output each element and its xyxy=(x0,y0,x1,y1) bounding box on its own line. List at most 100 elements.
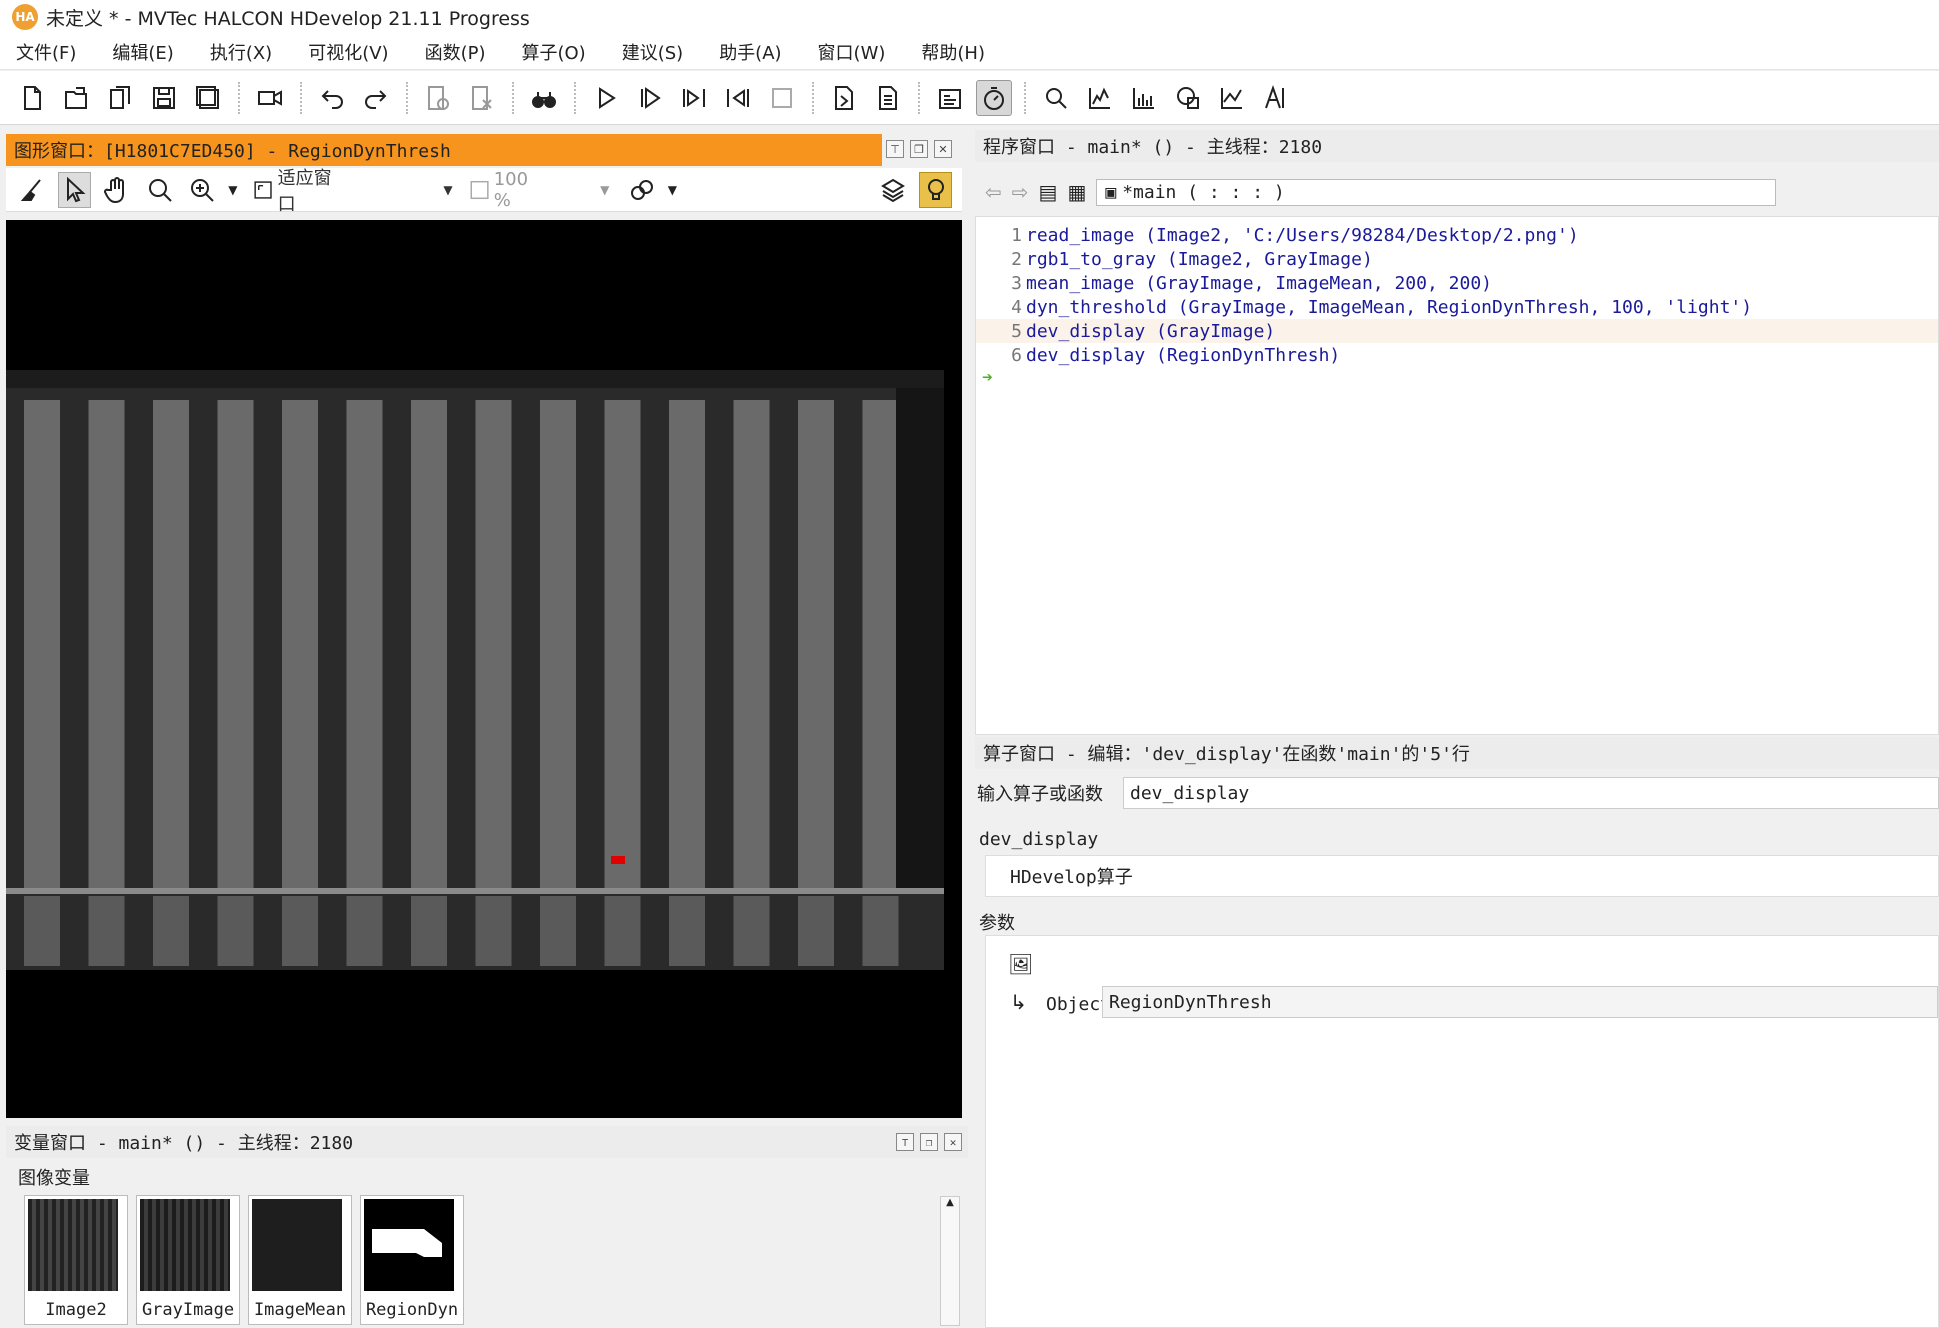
close-icon[interactable]: ✕ xyxy=(944,1133,962,1151)
forward-arrow-icon[interactable]: ⇨ xyxy=(1012,180,1029,204)
variable-thumbnail[interactable]: RegionDyn xyxy=(360,1195,464,1325)
layers-icon[interactable] xyxy=(877,172,909,208)
redo-icon[interactable] xyxy=(358,80,394,116)
code-line-selected[interactable]: 5 dev_display (GrayImage) xyxy=(976,319,1938,343)
graphics-window-title: 图形窗口：[H1801C7ED450] - RegionDynThresh xyxy=(6,134,882,166)
code-line[interactable]: 6 dev_display (RegionDynThresh) xyxy=(976,343,1938,367)
clipboard-icon[interactable]: ▤ xyxy=(1039,180,1058,204)
zoom-percent-combo[interactable]: 100 % ▼ xyxy=(469,168,609,211)
ocr-font-icon[interactable] xyxy=(1258,80,1294,116)
menu-window[interactable]: 窗口(W) xyxy=(814,37,890,67)
zoom-in-icon[interactable] xyxy=(186,172,218,208)
menu-edit[interactable]: 编辑(E) xyxy=(108,37,177,67)
menu-execute[interactable]: 执行(X) xyxy=(206,37,276,67)
deactivate-lines-icon[interactable] xyxy=(464,80,500,116)
new-file-icon[interactable] xyxy=(14,80,50,116)
pointer-icon[interactable] xyxy=(58,171,92,208)
code-text: mean_image (GrayImage, ImageMean, 200, 2… xyxy=(1026,272,1492,294)
code-line[interactable]: 1 read_image (Image2, 'C:/Users/98284/Des… xyxy=(976,223,1938,247)
open-file-icon[interactable] xyxy=(58,80,94,116)
fit-dropdown-icon[interactable]: ▼ xyxy=(443,183,452,197)
line-profile-icon[interactable] xyxy=(1214,80,1250,116)
zoom-percent-label: 100 % xyxy=(493,168,529,211)
pin-icon[interactable]: ⊤ xyxy=(896,1133,914,1151)
run-icon[interactable] xyxy=(588,80,624,116)
code-text: dev_display (GrayImage) xyxy=(1026,320,1276,342)
step-over-icon[interactable] xyxy=(632,80,668,116)
profiler-stopwatch-icon[interactable] xyxy=(976,79,1012,116)
feature-inspection-icon[interactable] xyxy=(1170,80,1206,116)
operator-input-label: 输入算子或函数 xyxy=(977,784,1103,805)
operator-name: dev_display xyxy=(979,829,1099,850)
restore-icon[interactable]: ❐ xyxy=(920,1133,938,1151)
save-all-icon[interactable] xyxy=(190,80,226,116)
image-canvas[interactable] xyxy=(6,220,962,1118)
gray-histogram-icon[interactable] xyxy=(1082,80,1118,116)
find-binoculars-icon[interactable] xyxy=(526,80,562,116)
variable-thumbnail[interactable]: GrayImage xyxy=(136,1195,240,1325)
open-example-icon[interactable] xyxy=(102,80,138,116)
stripe xyxy=(217,400,254,888)
code-line[interactable]: 2 rgb1_to_gray (Image2, GrayImage) xyxy=(976,247,1938,271)
operator-type-box: HDevelop算子 xyxy=(985,855,1939,897)
zoom-window-icon[interactable] xyxy=(1038,80,1074,116)
shape-dropdown-icon[interactable]: ▼ xyxy=(668,183,677,197)
reset-procedure-icon[interactable] xyxy=(870,80,906,116)
assistant-icon[interactable] xyxy=(932,80,968,116)
menu-visualize[interactable]: 可视化(V) xyxy=(304,37,392,67)
code-line[interactable]: 4 dyn_threshold (GrayImage, ImageMean, Re… xyxy=(976,295,1938,319)
operator-input-value: dev_display xyxy=(1130,782,1250,804)
variable-window-controls: ⊤ ❐ ✕ xyxy=(896,1133,962,1151)
menu-suggestions[interactable]: 建议(S) xyxy=(618,37,687,67)
pan-hand-icon[interactable] xyxy=(101,172,133,208)
clear-broom-icon[interactable] xyxy=(16,172,48,208)
toolbar-separator xyxy=(238,81,240,114)
operator-input-field[interactable]: dev_display xyxy=(1123,777,1939,809)
step-out-icon[interactable] xyxy=(720,80,756,116)
undo-icon[interactable] xyxy=(314,80,350,116)
graphics-window-title-text: 图形窗口：[H1801C7ED450] - RegionDynThresh xyxy=(14,141,451,162)
reset-program-icon[interactable] xyxy=(826,80,862,116)
variable-thumbnail[interactable]: ImageMean xyxy=(248,1195,352,1325)
record-video-icon[interactable] xyxy=(252,80,288,116)
code-text: rgb1_to_gray (Image2, GrayImage) xyxy=(1026,248,1373,270)
stripe xyxy=(153,400,189,888)
activate-lines-icon[interactable] xyxy=(420,80,456,116)
menu-procedures[interactable]: 函数(P) xyxy=(421,37,490,67)
close-icon[interactable]: ✕ xyxy=(934,140,952,158)
variable-thumbnail[interactable]: Image2 xyxy=(24,1195,128,1325)
back-arrow-icon[interactable]: ⇦ xyxy=(985,180,1002,204)
graphics-window-controls: ⊤ ❐ ✕ xyxy=(886,140,952,158)
lightbulb-icon[interactable] xyxy=(919,171,953,208)
toolbar-separator xyxy=(812,81,814,114)
param-value-field[interactable]: RegionDynThresh xyxy=(1102,986,1938,1018)
zoom-percent-icon xyxy=(470,180,489,199)
feature-histogram-icon[interactable] xyxy=(1126,80,1162,116)
grid-view-icon[interactable]: ▦ xyxy=(1067,180,1086,204)
restore-icon[interactable]: ❐ xyxy=(910,140,928,158)
variable-name: Image2 xyxy=(45,1300,107,1320)
zoom-dropdown-icon[interactable]: ▼ xyxy=(228,183,237,197)
variable-scrollbar[interactable]: ▲ xyxy=(940,1196,960,1326)
stop-icon[interactable] xyxy=(764,80,800,116)
stripe xyxy=(24,400,60,888)
procedure-selector[interactable]: ▣ *main ( : : : ) xyxy=(1096,178,1777,206)
pin-icon[interactable]: ⊤ xyxy=(886,140,904,158)
stripe-lower xyxy=(604,896,641,966)
code-editor[interactable]: 1 read_image (Image2, 'C:/Users/98284/Des… xyxy=(975,216,1939,735)
fit-window-combo[interactable]: 适应窗口 ▼ xyxy=(253,164,453,216)
menu-operators[interactable]: 算子(O) xyxy=(517,37,589,67)
operator-input-row: 输入算子或函数 dev_display xyxy=(975,777,1939,809)
menu-file[interactable]: 文件(F) xyxy=(12,37,80,67)
operator-type: HDevelop算子 xyxy=(1010,867,1133,888)
step-into-icon[interactable] xyxy=(676,80,712,116)
magnify-icon[interactable] xyxy=(143,172,175,208)
menu-assistants[interactable]: 助手(A) xyxy=(715,37,785,67)
scroll-up-icon[interactable]: ▲ xyxy=(941,1197,959,1208)
draw-shape-icon[interactable] xyxy=(625,172,657,208)
save-icon[interactable] xyxy=(146,80,182,116)
code-line[interactable]: 3 mean_image (GrayImage, ImageMean, 200, … xyxy=(976,271,1938,295)
menu-help[interactable]: 帮助(H) xyxy=(917,37,989,67)
stripe xyxy=(346,400,383,888)
zoom-percent-dropdown-icon[interactable]: ▼ xyxy=(600,183,609,197)
